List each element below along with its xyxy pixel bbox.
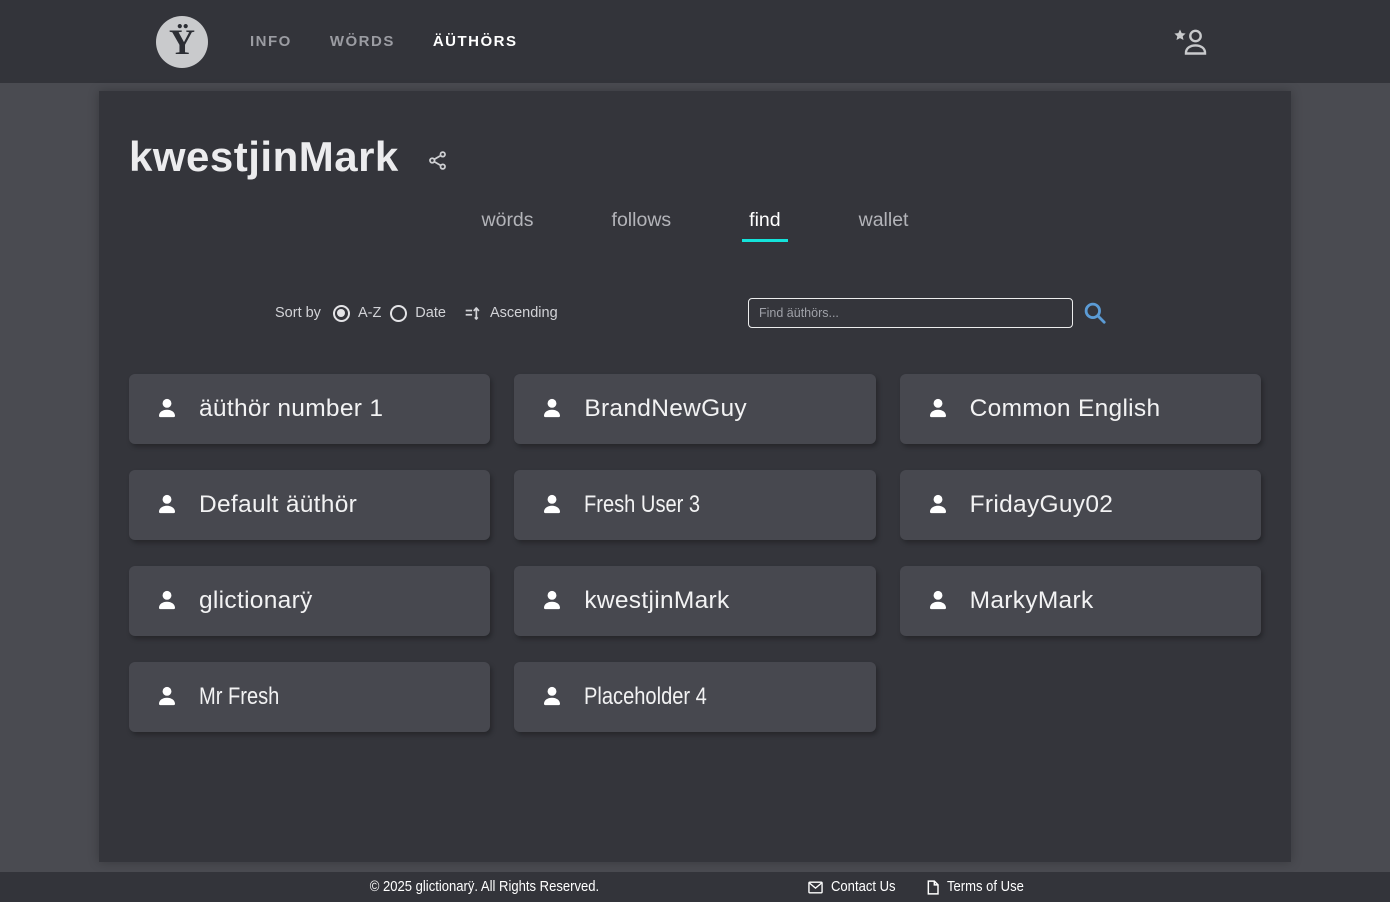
author-name: Common English	[970, 395, 1161, 423]
share-icon	[427, 150, 448, 171]
author-name: äüthör number 1	[199, 395, 383, 423]
contact-us-label: Contact Us	[831, 879, 896, 895]
author-card[interactable]: Placeholder 4	[514, 662, 875, 732]
sort-direction-toggle[interactable]: Ascending	[464, 305, 558, 322]
radio-date[interactable]	[390, 305, 407, 322]
person-icon	[154, 684, 180, 710]
tab-find[interactable]: find	[742, 209, 787, 242]
footer-links: Contact Us Terms of Use	[808, 879, 1032, 895]
sort-option-az[interactable]: A-Z	[333, 305, 381, 322]
search-input[interactable]	[748, 298, 1073, 328]
tab-bar: wörds follows find wallet	[99, 209, 1291, 242]
search-area	[748, 298, 1108, 328]
mail-icon	[808, 881, 823, 894]
author-name: Placeholder 4	[584, 683, 707, 711]
person-icon	[539, 396, 565, 422]
author-name: FridayGuy02	[970, 491, 1114, 519]
sort-controls: Sort by A-Z Date Ascending	[275, 305, 558, 322]
document-icon	[927, 880, 939, 895]
terms-of-use-label: Terms of Use	[947, 879, 1024, 895]
main-panel: kwestjinMark wörds follows find wallet S…	[99, 91, 1291, 862]
author-name: MarkyMark	[970, 587, 1094, 615]
sort-option-az-label: A-Z	[358, 305, 381, 321]
person-icon	[539, 492, 565, 518]
nav-link-info[interactable]: INFO	[250, 33, 292, 50]
terms-of-use-link[interactable]: Terms of Use	[927, 879, 1032, 895]
title-row: kwestjinMark	[99, 91, 1291, 181]
author-card[interactable]: glictionarÿ	[129, 566, 490, 636]
author-card[interactable]: BrandNewGuy	[514, 374, 875, 444]
person-icon	[154, 492, 180, 518]
tab-wallet[interactable]: wallet	[852, 209, 916, 242]
author-name: Mr Fresh	[199, 683, 279, 711]
author-name: kwestjinMark	[584, 587, 729, 615]
copyright-text: © 2025 glictionarÿ. All Rights Reserved.	[370, 879, 599, 895]
radio-az-selected[interactable]	[333, 305, 350, 322]
author-grid: äüthör number 1 BrandNewGuy Common Engli…	[99, 374, 1291, 732]
author-card[interactable]: Common English	[900, 374, 1261, 444]
author-name: BrandNewGuy	[584, 395, 747, 423]
page-title: kwestjinMark	[129, 133, 399, 181]
sort-ascending-icon	[464, 305, 481, 322]
user-account-button[interactable]	[1172, 27, 1210, 57]
share-button[interactable]	[427, 150, 448, 171]
logo-glyph: Ÿ	[169, 24, 195, 60]
person-icon	[925, 492, 951, 518]
sort-by-label: Sort by	[275, 305, 321, 321]
author-card[interactable]: Mr Fresh	[129, 662, 490, 732]
tab-words[interactable]: wörds	[475, 209, 541, 242]
person-icon	[925, 588, 951, 614]
nav-links: INFO WÖRDS ÄÜTHÖRS	[250, 33, 518, 50]
sort-direction-label: Ascending	[490, 305, 558, 321]
author-card[interactable]: MarkyMark	[900, 566, 1261, 636]
contact-us-link[interactable]: Contact Us	[808, 879, 903, 895]
sort-option-date[interactable]: Date	[390, 305, 446, 322]
person-star-icon	[1172, 27, 1210, 57]
author-card[interactable]: FridayGuy02	[900, 470, 1261, 540]
person-icon	[154, 396, 180, 422]
site-logo[interactable]: Ÿ	[156, 16, 208, 68]
sort-option-date-label: Date	[415, 305, 446, 321]
person-icon	[539, 588, 565, 614]
author-card[interactable]: kwestjinMark	[514, 566, 875, 636]
author-card[interactable]: äüthör number 1	[129, 374, 490, 444]
author-name: Fresh User 3	[584, 491, 700, 519]
author-name: glictionarÿ	[199, 587, 313, 615]
author-card[interactable]: Default äüthör	[129, 470, 490, 540]
person-icon	[925, 396, 951, 422]
nav-link-authors[interactable]: ÄÜTHÖRS	[433, 33, 518, 50]
controls-row: Sort by A-Z Date Ascending	[99, 298, 1291, 328]
tab-follows[interactable]: follows	[605, 209, 679, 242]
nav-link-words[interactable]: WÖRDS	[330, 33, 395, 50]
search-icon	[1082, 300, 1108, 326]
person-icon	[539, 684, 565, 710]
footer: © 2025 glictionarÿ. All Rights Reserved.…	[0, 872, 1390, 902]
author-name: Default äüthör	[199, 491, 357, 519]
search-button[interactable]	[1082, 300, 1108, 326]
author-card[interactable]: Fresh User 3	[514, 470, 875, 540]
person-icon	[154, 588, 180, 614]
navbar: Ÿ INFO WÖRDS ÄÜTHÖRS	[0, 0, 1390, 83]
